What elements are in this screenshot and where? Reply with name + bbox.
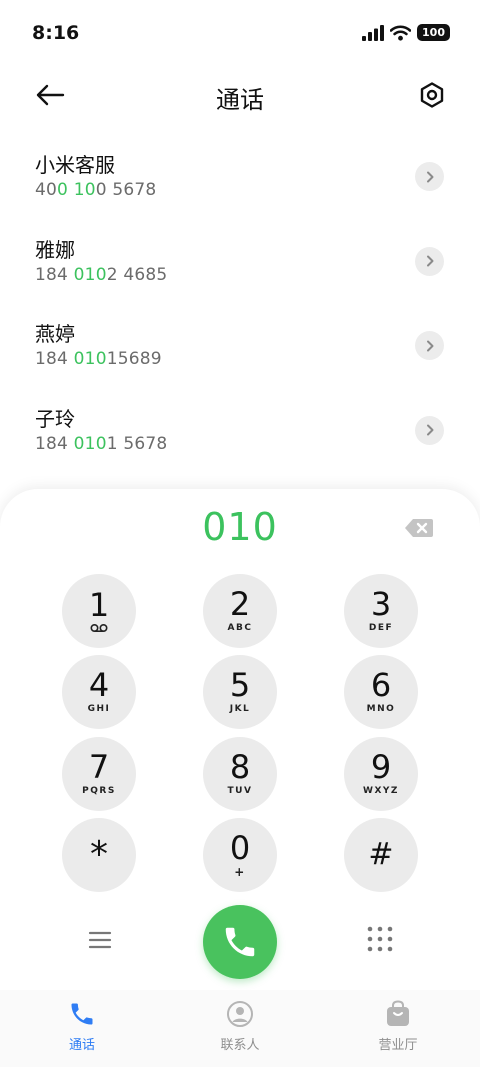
key-8[interactable]: 8 TUV [203, 737, 277, 811]
key-letters: TUV [227, 786, 253, 796]
signal-icon [362, 24, 385, 41]
key-digit: 1 [88, 586, 110, 624]
key-star[interactable]: * [62, 818, 136, 892]
key-letters: MNO [366, 704, 396, 714]
contact-number: 184 01015689 [35, 349, 162, 369]
key-5[interactable]: 5 JKL [203, 655, 277, 729]
key-7[interactable]: 7 PQRS [62, 737, 136, 811]
tab-calls[interactable]: 通话 [32, 1000, 132, 1060]
key-2[interactable]: 2 ABC [203, 574, 277, 648]
key-letters: GHI [87, 704, 111, 714]
key-digit: 8 [229, 748, 251, 786]
key-digit: 7 [88, 748, 110, 786]
bottom-tab-bar: 通话 联系人 营业厅 [0, 990, 480, 1067]
gear-icon [420, 82, 444, 108]
key-6[interactable]: 6 MNO [344, 655, 418, 729]
key-digit: 0 [229, 829, 251, 867]
key-4[interactable]: 4 GHI [62, 655, 136, 729]
key-3[interactable]: 3 DEF [344, 574, 418, 648]
dialer-panel: 010 1 2 ABC 3 DEF 4 GHI 5 JKL 6 MNO 7 PQ… [0, 489, 480, 1067]
page-title: 通话 [216, 86, 264, 114]
store-bag-icon [387, 1000, 409, 1026]
contact-name: 小米客服 [35, 153, 115, 177]
key-digit: * [90, 834, 108, 875]
key-letters: WXYZ [363, 786, 399, 796]
chevron-right-icon[interactable] [415, 162, 444, 191]
settings-button[interactable] [414, 77, 450, 113]
key-9[interactable]: 9 WXYZ [344, 737, 418, 811]
contacts-icon [227, 1001, 253, 1027]
key-digit: 4 [88, 666, 110, 704]
contact-item[interactable]: 小米客服 400 100 5678 [0, 134, 480, 219]
contact-number: 184 0101 5678 [35, 433, 168, 454]
contact-number: 184 0102 4685 [35, 264, 168, 285]
contact-item[interactable]: 燕婷 184 01015689 [0, 303, 480, 388]
key-digit: # [368, 837, 394, 872]
key-digit: 6 [370, 666, 392, 704]
tab-label: 联系人 [220, 1038, 260, 1053]
contact-name: 子玲 [35, 406, 75, 431]
key-digit: 9 [370, 748, 392, 786]
header: 通话 [0, 68, 480, 120]
chevron-right-icon[interactable] [415, 331, 444, 360]
contact-list: 小米客服 400 100 5678 雅娜 184 0102 4685 燕婷 18… [0, 134, 480, 472]
tab-label: 营业厅 [378, 1038, 418, 1053]
key-1[interactable]: 1 [62, 574, 136, 648]
key-0[interactable]: 0 + [203, 818, 277, 892]
key-digit: 2 [229, 585, 251, 623]
voicemail-icon [90, 623, 108, 633]
contact-number: 400 100 5678 [35, 180, 157, 200]
contact-name: 燕婷 [35, 322, 75, 346]
status-bar: 8:16 100 [0, 0, 480, 64]
contact-item[interactable]: 子玲 184 0101 5678 [0, 388, 480, 473]
contact-item[interactable]: 雅娜 184 0102 4685 [0, 219, 480, 304]
tab-label: 通话 [68, 1038, 95, 1053]
status-time: 8:16 [32, 22, 80, 44]
phone-handset-icon [225, 927, 255, 957]
wifi-icon [390, 24, 412, 41]
call-button[interactable] [203, 905, 277, 979]
backspace-icon[interactable] [404, 517, 434, 539]
phone-icon [71, 1003, 93, 1025]
tab-contacts[interactable]: 联系人 [190, 1000, 290, 1060]
key-letters: ABC [227, 623, 253, 633]
status-icons: 100 [362, 24, 450, 41]
chevron-right-icon[interactable] [415, 415, 444, 445]
key-digit: 5 [229, 666, 251, 704]
tab-store[interactable]: 营业厅 [348, 1000, 448, 1060]
chevron-right-icon[interactable] [415, 246, 444, 276]
key-letters: + [234, 865, 246, 879]
key-hash[interactable]: # [344, 818, 418, 892]
keypad-grid-icon[interactable] [366, 925, 394, 953]
key-letters: JKL [229, 704, 251, 714]
contact-name: 雅娜 [35, 237, 75, 262]
battery-icon: 100 [417, 24, 450, 41]
key-digit: 3 [370, 585, 392, 623]
key-letters: PQRS [82, 786, 116, 796]
menu-button[interactable] [86, 927, 114, 953]
hamburger-menu-icon [88, 931, 112, 949]
key-letters: DEF [368, 623, 394, 633]
